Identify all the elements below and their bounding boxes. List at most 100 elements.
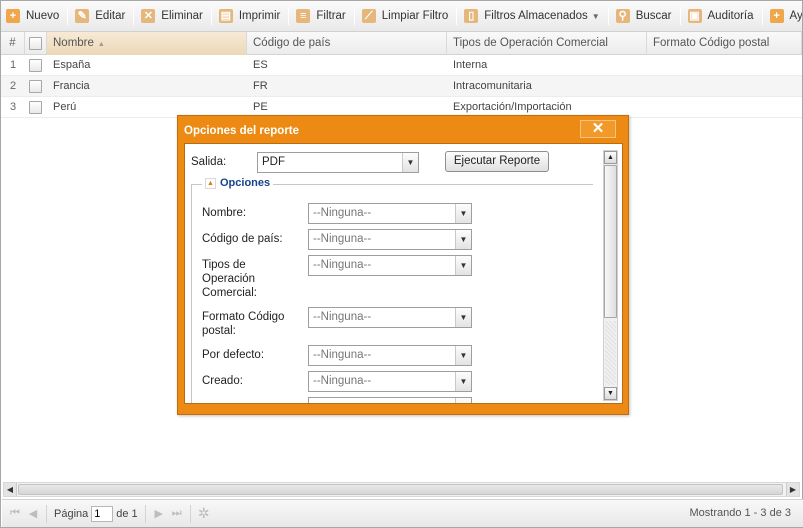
collapse-icon[interactable]: ▲ xyxy=(205,177,216,189)
option-select-value: --Ninguna-- xyxy=(313,375,372,387)
option-select-codigo[interactable]: --Ninguna-- ▼ xyxy=(308,229,472,250)
output-select[interactable]: PDF ▼ xyxy=(257,151,419,173)
plus-icon: + xyxy=(6,9,20,23)
vertical-scroll-track[interactable] xyxy=(605,321,616,385)
help-button[interactable]: + Ayuda xyxy=(765,5,802,27)
close-button[interactable]: ✕ xyxy=(580,120,616,138)
chevron-down-icon[interactable]: ▼ xyxy=(455,372,471,391)
toolbar-divider xyxy=(353,7,355,25)
table-row[interactable]: 1 España ES Interna xyxy=(1,55,802,76)
cell-tipo: Intracomunitaria xyxy=(453,80,532,92)
option-select-value: --Ninguna-- xyxy=(313,259,372,271)
row-number: 1 xyxy=(9,59,17,71)
cell-nombre: España xyxy=(53,59,91,71)
option-select-value: --Ninguna-- xyxy=(313,233,372,245)
select-all-checkbox-cell[interactable] xyxy=(25,32,47,55)
column-header-formato[interactable]: Formato Código postal xyxy=(647,32,802,55)
audit-button[interactable]: ▣ Auditoría xyxy=(683,5,760,27)
option-select-nombre[interactable]: --Ninguna-- ▼ xyxy=(308,203,472,224)
option-row-partial xyxy=(202,397,472,403)
column-header-nombre[interactable]: Nombre ▲ xyxy=(47,32,247,55)
page-number-input[interactable] xyxy=(91,505,114,522)
chevron-down-icon[interactable] xyxy=(455,398,471,403)
cell-formato xyxy=(647,97,802,118)
cell-tipo: Interna xyxy=(453,59,488,71)
vertical-scroll-thumb[interactable] xyxy=(604,165,617,318)
pager-status: Mostrando 1 - 3 de 3 xyxy=(689,507,791,519)
column-header-codigo[interactable]: Código de país xyxy=(247,32,447,55)
row-checkbox-cell[interactable] xyxy=(25,55,47,76)
horizontal-scroll-thumb[interactable] xyxy=(18,484,783,495)
scroll-right-icon[interactable]: ▶ xyxy=(786,483,799,496)
chevron-down-icon[interactable]: ▼ xyxy=(455,256,471,275)
toolbar-divider xyxy=(679,7,681,25)
toolbar-divider xyxy=(456,7,458,25)
edit-button[interactable]: ✎ Editar xyxy=(70,5,131,27)
last-page-icon[interactable]: ⏭ xyxy=(168,507,186,520)
option-row-tipos: Tipos de Operación Comercial: --Ninguna-… xyxy=(202,255,472,300)
chevron-down-icon[interactable]: ▼ xyxy=(402,152,418,172)
filter-icon: ≡ xyxy=(296,9,311,23)
next-page-icon[interactable]: ▶ xyxy=(150,507,168,520)
search-icon: ⚲ xyxy=(615,9,630,23)
row-checkbox[interactable] xyxy=(29,101,42,114)
row-checkbox[interactable] xyxy=(29,59,42,72)
option-row-nombre: Nombre: --Ninguna-- ▼ xyxy=(202,203,472,224)
option-row-creado: Creado: --Ninguna-- ▼ xyxy=(202,371,472,392)
row-checkbox[interactable] xyxy=(29,80,42,93)
stored-filters-button-label: Filtros Almacenados xyxy=(484,10,588,22)
option-select-por-defecto[interactable]: --Ninguna-- ▼ xyxy=(308,345,472,366)
option-select-partial[interactable] xyxy=(308,397,472,403)
stored-filters-button[interactable]: ▯ Filtros Almacenados ▼ xyxy=(459,5,605,27)
vertical-scrollbar[interactable]: ▲ ▼ xyxy=(603,150,618,401)
scroll-up-icon[interactable]: ▲ xyxy=(604,151,617,164)
output-select-value: PDF xyxy=(262,155,285,168)
scroll-down-icon[interactable]: ▼ xyxy=(604,387,617,400)
previous-page-icon[interactable]: ◀ xyxy=(24,507,42,520)
run-report-button[interactable]: Ejecutar Reporte xyxy=(445,151,549,172)
row-checkbox-cell[interactable] xyxy=(25,76,47,97)
print-button[interactable]: ▤ Imprimir xyxy=(214,5,287,27)
delete-button[interactable]: ✕ Eliminar xyxy=(136,5,209,27)
close-icon: ✕ xyxy=(591,120,605,137)
printer-icon: ▤ xyxy=(218,9,233,23)
option-select-formato[interactable]: --Ninguna-- ▼ xyxy=(308,307,472,328)
row-number: 3 xyxy=(9,101,17,113)
audit-button-label: Auditoría xyxy=(707,10,754,22)
column-header-nombre-label: Nombre xyxy=(53,37,94,49)
edit-button-label: Editar xyxy=(95,10,126,22)
toolbar: + Nuevo ✎ Editar ✕ Eliminar ▤ Imprimir ≡… xyxy=(1,1,802,32)
refresh-icon[interactable]: ✲ xyxy=(195,505,213,522)
cell-codigo: FR xyxy=(253,80,268,92)
toolbar-divider xyxy=(288,7,290,25)
cell-codigo: ES xyxy=(253,59,268,71)
search-button[interactable]: ⚲ Buscar xyxy=(611,5,678,27)
report-options-dialog: Opciones del reporte ✕ Salida: PDF ▼ Eje… xyxy=(177,115,629,415)
option-label: Código de país: xyxy=(202,233,283,245)
table-row[interactable]: 2 Francia FR Intracomunitaria xyxy=(1,76,802,97)
chevron-down-icon[interactable]: ▼ xyxy=(455,346,471,365)
delete-button-label: Eliminar xyxy=(161,10,203,22)
chevron-down-icon[interactable]: ▼ xyxy=(455,204,471,223)
output-row: Salida: PDF ▼ xyxy=(191,151,419,173)
new-button[interactable]: + Nuevo xyxy=(1,5,65,27)
option-select-tipos[interactable]: --Ninguna-- ▼ xyxy=(308,255,472,276)
first-page-icon[interactable]: ⏮ xyxy=(6,507,24,520)
cell-formato xyxy=(647,55,802,76)
option-select-creado[interactable]: --Ninguna-- ▼ xyxy=(308,371,472,392)
options-legend[interactable]: ▲ Opciones xyxy=(202,177,274,189)
clear-filter-button[interactable]: ⟋ Limpiar Filtro xyxy=(357,5,454,27)
filter-button[interactable]: ≡ Filtrar xyxy=(291,5,351,27)
column-header-tipos[interactable]: Tipos de Operación Comercial xyxy=(447,32,647,55)
chevron-down-icon[interactable]: ▼ xyxy=(455,230,471,249)
horizontal-scrollbar[interactable]: ◀ ▶ xyxy=(3,482,800,497)
plus-icon: + xyxy=(769,9,784,23)
row-checkbox-cell[interactable] xyxy=(25,97,47,118)
select-all-checkbox[interactable] xyxy=(29,37,42,50)
chevron-down-icon[interactable]: ▼ xyxy=(455,308,471,327)
option-label: Por defecto: xyxy=(202,349,265,361)
scroll-left-icon[interactable]: ◀ xyxy=(4,483,17,496)
data-grid: # Nombre ▲ Código de país Tipos de Operac… xyxy=(1,32,802,118)
chevron-down-icon: ▼ xyxy=(591,11,600,21)
grid-header: # Nombre ▲ Código de país Tipos de Operac… xyxy=(1,32,802,55)
